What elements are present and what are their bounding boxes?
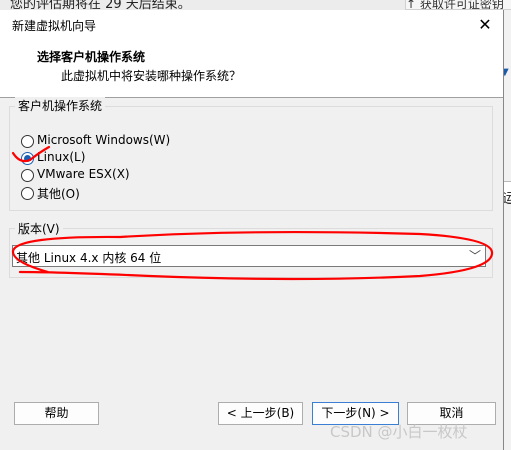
radio-button-icon[interactable] xyxy=(21,187,34,200)
version-select[interactable]: 其他 Linux 4.x 内核 64 位 ﹀ xyxy=(12,245,486,267)
radio-label: Linux(L) xyxy=(37,150,86,164)
header-title: 选择客户机操作系统 xyxy=(37,50,146,64)
title-bar: 新建虚拟机向导 ✕ xyxy=(0,10,503,40)
radio-button-icon[interactable] xyxy=(21,135,34,148)
radio-button-icon[interactable] xyxy=(21,169,34,182)
wizard-header: 选择客户机操作系统 此虚拟机中将安装哪种操作系统？ xyxy=(0,40,503,98)
dialog-title: 新建虚拟机向导 xyxy=(12,19,97,33)
radio-label: VMware ESX(X) xyxy=(37,167,130,181)
license-key-link[interactable]: ↑ 获取许可证密钥 xyxy=(405,0,511,10)
background-window-edge: ▼ 运 xyxy=(503,10,511,450)
version-group-label: 版本(V) xyxy=(15,220,63,237)
background-window-strip: 您的评估期将在 29 天后结束。 ↑ 获取许可证密钥 xyxy=(0,0,511,10)
background-glyph: 运 xyxy=(503,191,511,207)
header-subtitle: 此虚拟机中将安装哪种操作系统？ xyxy=(61,69,242,83)
chevron-down-icon[interactable]: ﹀ xyxy=(469,247,481,264)
evaluation-notice: 您的评估期将在 29 天后结束。 xyxy=(10,0,191,10)
radio-button-selected-icon[interactable] xyxy=(21,152,34,165)
close-icon[interactable]: ✕ xyxy=(473,13,497,37)
radio-label: 其他(O) xyxy=(37,187,80,201)
guest-os-group-label: 客户机操作系统 xyxy=(15,97,106,114)
version-select-value: 其他 Linux 4.x 内核 64 位 xyxy=(16,251,162,265)
csdn-watermark: CSDN @小白一枚杖 xyxy=(330,423,468,441)
help-button[interactable]: 帮助 xyxy=(14,402,99,425)
back-button[interactable]: < 上一步(B) xyxy=(218,402,303,425)
radio-label: Microsoft Windows(W) xyxy=(37,133,171,147)
